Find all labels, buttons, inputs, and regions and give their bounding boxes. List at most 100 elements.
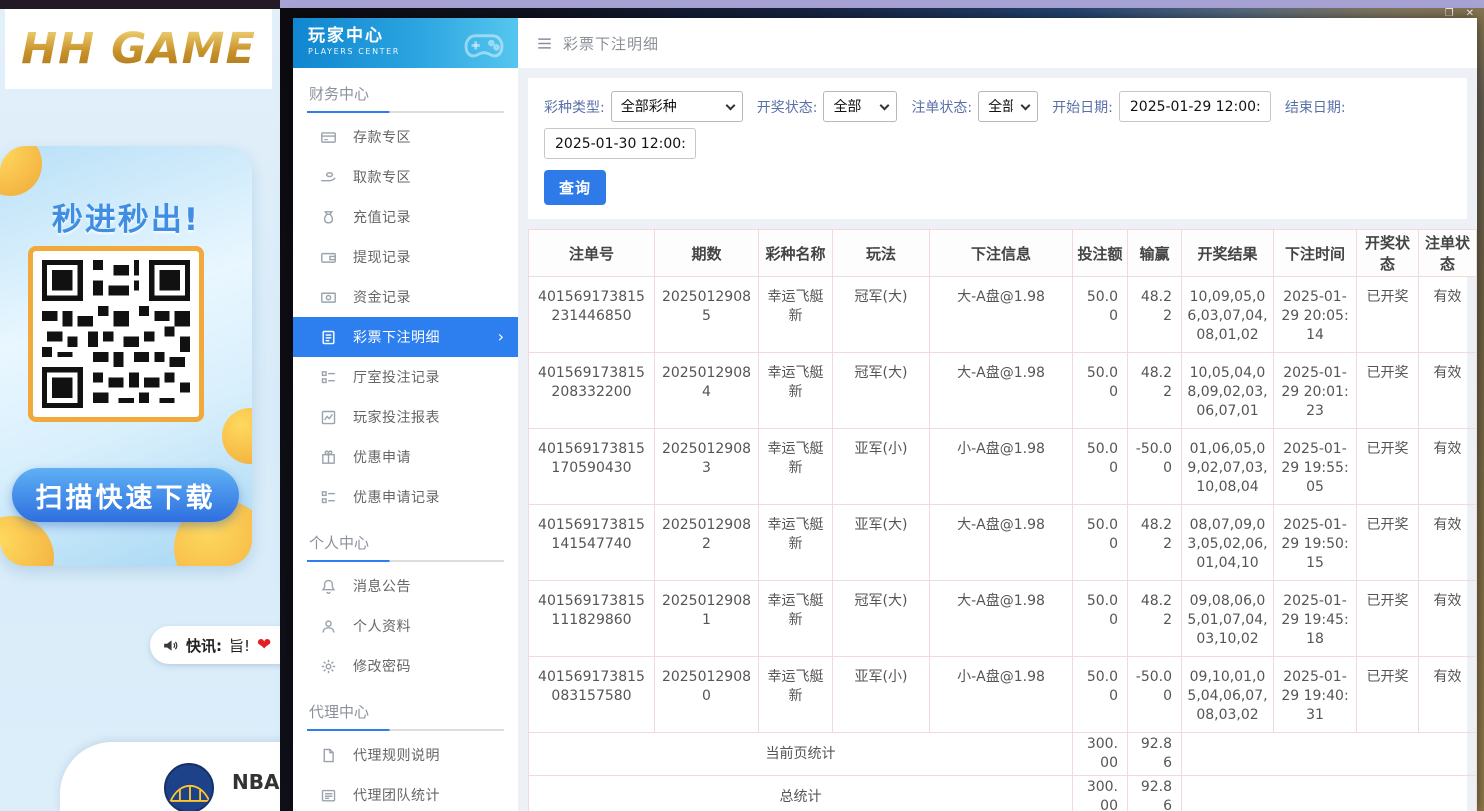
sidebar-item-lottery-bet-details[interactable]: 彩票下注明细 ›: [293, 317, 518, 357]
sidebar-item-profile[interactable]: 个人资料: [307, 606, 504, 646]
site-logo-bar: HH GAME: [5, 9, 272, 89]
table-row: 40156917381520833220020250129084 幸运飞艇新冠军…: [529, 353, 1477, 429]
table-header-row: 注单号 期数 彩种名称 玩法 下注信息 投注额 输赢 开奖结果 下注时间 开奖状…: [529, 230, 1477, 277]
total-stats-label: 总统计: [529, 776, 1073, 811]
total-stats-win: 92.86: [1128, 776, 1182, 811]
section-personal-center: 个人中心: [307, 517, 504, 560]
hand-coin-icon: [320, 169, 337, 186]
site-logo: HH GAME: [21, 24, 256, 74]
chart-icon: [320, 409, 337, 426]
hamburger-menu-icon[interactable]: [536, 36, 553, 51]
table-row: 40156917381514154774020250129082 幸运飞艇新亚军…: [529, 505, 1477, 581]
col-draw-result: 开奖结果: [1182, 230, 1274, 277]
file-icon: [320, 747, 337, 764]
banknote-icon: [320, 289, 337, 306]
ticker-text: 旨!: [229, 635, 250, 656]
sidebar: 玩家中心 PLAYERS CENTER 财务中心 存款专区 取款专区: [293, 18, 518, 811]
table-row: 40156917381523144685020250129085 幸运飞艇新冠军…: [529, 277, 1477, 353]
nba-card-title: NBA: [232, 770, 279, 794]
sidebar-item-withdrawal-records[interactable]: 提现记录: [307, 237, 504, 277]
promo-headline: 秒进秒出!: [0, 194, 252, 239]
page-stats-bet: 300.00: [1073, 733, 1128, 776]
content-topbar: 彩票下注明细: [518, 18, 1477, 68]
wallet-icon: [320, 249, 337, 266]
draw-status-label: 开奖状态:: [757, 97, 818, 117]
page-stats-win: 92.86: [1128, 733, 1182, 776]
screen: HH GAME 秒进秒出! 扫描快速下载 快讯: 旨! ❤ NBA: [0, 0, 1484, 811]
news-icon: [320, 787, 337, 804]
bets-table: 注单号 期数 彩种名称 玩法 下注信息 投注额 输赢 开奖结果 下注时间 开奖状…: [528, 229, 1477, 811]
chevron-right-icon: ›: [498, 329, 504, 345]
lottery-type-label: 彩种类型:: [544, 97, 605, 117]
sidebar-item-deposit-zone[interactable]: 存款专区: [307, 117, 504, 157]
col-lottery-name: 彩种名称: [759, 230, 833, 277]
coin-decoration: [0, 516, 54, 566]
sidebar-item-agent-rules[interactable]: 代理规则说明: [307, 735, 504, 775]
section-finance-center: 财务中心: [307, 68, 504, 111]
ticker-label: 快讯:: [186, 635, 222, 656]
col-period: 期数: [655, 230, 759, 277]
window-frame: ❐ ✕ 玩家中心 PLAYERS CENTER 财务中心 存款专区: [280, 0, 1484, 811]
person-icon: [320, 618, 337, 635]
coin-decoration: [222, 408, 252, 464]
sidebar-body: 财务中心 存款专区 取款专区 充值记录: [293, 68, 518, 811]
draw-status-select[interactable]: 全部: [823, 91, 897, 122]
start-date-label: 开始日期:: [1052, 97, 1113, 117]
table-row: 40156917381508315758020250129080 幸运飞艇新亚军…: [529, 657, 1477, 733]
order-status-select[interactable]: 全部: [978, 91, 1038, 122]
col-play-type: 玩法: [833, 230, 930, 277]
page-stats-label: 当前页统计: [529, 733, 1073, 776]
sidebar-item-promo-apply-records[interactable]: 优惠申请记录: [307, 477, 504, 517]
scan-download-button[interactable]: 扫描快速下载: [12, 468, 239, 522]
section-agent-center: 代理中心: [307, 686, 504, 729]
col-order-no: 注单号: [529, 230, 655, 277]
gear-icon: [320, 658, 337, 675]
section-underline: [307, 111, 504, 113]
table-row: 40156917381511182986020250129081 幸运飞艇新冠军…: [529, 581, 1477, 657]
filter-bar: 彩种类型: 全部彩种 开奖状态: 全部 注单状态:: [528, 78, 1467, 219]
lottery-type-select[interactable]: 全部彩种: [611, 91, 743, 122]
sidebar-item-withdraw-zone[interactable]: 取款专区: [307, 157, 504, 197]
bets-table-card: 注单号 期数 彩种名称 玩法 下注信息 投注额 输赢 开奖结果 下注时间 开奖状…: [528, 229, 1467, 811]
end-date-input[interactable]: [544, 128, 696, 159]
page-title: 彩票下注明细: [563, 33, 659, 54]
col-draw-status: 开奖状态: [1357, 230, 1419, 277]
list-check-icon: [320, 489, 337, 506]
main-content: 彩票下注明细 彩种类型: 全部彩种 开奖状态: 全部: [518, 18, 1477, 811]
app-download-promo-card: 秒进秒出! 扫描快速下载: [0, 146, 252, 566]
sidebar-item-player-bet-report[interactable]: 玩家投注报表: [307, 397, 504, 437]
sidebar-item-promo-apply[interactable]: 优惠申请: [307, 437, 504, 477]
end-date-label: 结束日期:: [1285, 97, 1346, 117]
col-bet-time: 下注时间: [1274, 230, 1357, 277]
gift-icon: [320, 449, 337, 466]
gamepad-icon: [462, 22, 506, 66]
sidebar-item-recharge-records[interactable]: 充值记录: [307, 197, 504, 237]
page-stats-row: 当前页统计 300.00 92.86: [529, 733, 1477, 776]
col-bet-info: 下注信息: [930, 230, 1073, 277]
start-date-input[interactable]: [1119, 91, 1271, 122]
sidebar-item-announcements[interactable]: 消息公告: [307, 566, 504, 606]
sidebar-header: 玩家中心 PLAYERS CENTER: [293, 18, 518, 68]
col-win-loss: 输赢: [1128, 230, 1182, 277]
query-button[interactable]: 查询: [544, 170, 606, 205]
news-ticker[interactable]: 快讯: 旨! ❤: [150, 626, 280, 664]
download-qr-code: [28, 246, 204, 422]
section-underline: [307, 560, 504, 562]
speaker-icon: [162, 637, 179, 654]
players-center-panel: 玩家中心 PLAYERS CENTER 财务中心 存款专区 取款专区: [293, 18, 1477, 811]
nba-news-card[interactable]: NBA: [60, 742, 280, 811]
list-check-icon: [320, 369, 337, 386]
section-underline: [307, 729, 504, 731]
sidebar-item-hall-bet-records[interactable]: 厅室投注记录: [307, 357, 504, 397]
col-order-status: 注单状态: [1419, 230, 1477, 277]
bank-card-icon: [320, 129, 337, 146]
sidebar-item-fund-records[interactable]: 资金记录: [307, 277, 504, 317]
coin-decoration: [0, 146, 42, 196]
table-row: 40156917381517059043020250129083 幸运飞艇新亚军…: [529, 429, 1477, 505]
sidebar-item-change-password[interactable]: 修改密码: [307, 646, 504, 686]
sidebar-item-agent-team-stats[interactable]: 代理团队统计: [307, 775, 504, 811]
qr-code-image: [42, 260, 190, 408]
col-bet-amount: 投注额: [1073, 230, 1128, 277]
team-logo: [164, 763, 214, 811]
heart-icon: ❤: [257, 635, 271, 655]
